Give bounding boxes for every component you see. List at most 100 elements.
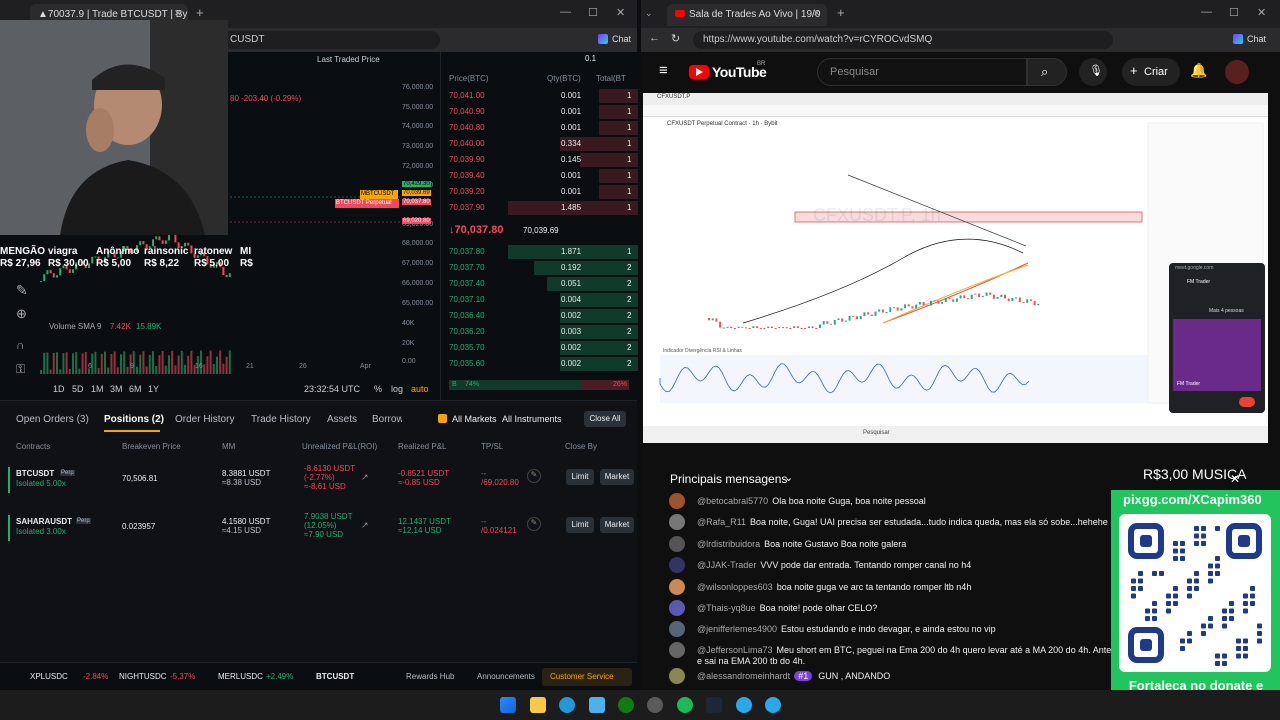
limit-close-button[interactable]: Limit [566,469,594,485]
margin-mode[interactable]: Isolated 3.00x [16,527,66,536]
create-button[interactable]: + Criar [1122,58,1180,86]
position-symbol[interactable]: SAHARAUSDT [16,517,72,526]
right-tab[interactable]: Sala de Trades Ao Vivo | 19/0 [667,4,827,26]
chat-avatar[interactable] [669,642,685,658]
magnet-icon[interactable]: ∩ [16,338,25,352]
chat-username[interactable]: @Rafa_R11 [697,517,746,527]
chat-username[interactable]: @wilsonloppes603 [697,582,773,592]
new-tab-button[interactable]: + [196,5,204,20]
maximize-button[interactable]: ☐ [1229,6,1239,19]
chat-avatar[interactable] [669,536,685,552]
url-field[interactable]: https://www.youtube.com/watch?v=rCYROCvd… [693,31,1113,49]
all-markets-checkbox[interactable] [438,414,447,423]
ticker-symbol[interactable]: XPLUSDC [30,672,68,681]
ask-row[interactable]: 70,039.90 0.145 1 [441,152,638,168]
ticker-symbol[interactable]: NIGHTUSDC [119,672,167,681]
chat-username[interactable]: @betocabral5770 [697,496,768,506]
copilot-icon[interactable] [598,34,608,44]
ticker-symbol[interactable]: MERLUSDC [218,672,263,681]
close-all-button[interactable]: Close All [584,411,626,427]
bid-row[interactable]: 70,037.40 0.051 2 [441,276,638,292]
bid-row[interactable]: 70,036.40 0.002 2 [441,308,638,324]
chat-username[interactable]: @JJAK-Trader [697,560,756,570]
ask-row[interactable]: 70,041.00 0.001 1 [441,88,638,104]
log-toggle[interactable]: log [391,384,403,394]
tab-open-orders[interactable]: Open Orders (3) [16,414,89,425]
share-icon[interactable]: ↗ [361,520,369,531]
tab-assets[interactable]: Assets [327,414,357,425]
percent-toggle[interactable]: % [374,384,382,394]
chat-avatar[interactable] [669,668,685,684]
chat-avatar[interactable] [669,600,685,616]
tab-close-icon[interactable]: ✕ [174,8,182,19]
minimize-button[interactable]: — [560,6,571,18]
copilot-icon[interactable] [1233,34,1243,44]
chat-header[interactable]: Principais mensagens [670,472,787,486]
announcements-link[interactable]: Announcements [477,672,535,681]
auto-toggle[interactable]: auto [411,384,429,394]
chat-username[interactable]: @Thais-yq8ue [697,603,756,613]
tab-borrow[interactable]: Borrow [372,414,402,425]
bid-row[interactable]: 70,035.60 0.002 2 [441,356,638,372]
edit-tpsl-icon[interactable]: ✎ [527,517,541,531]
close-icon[interactable]: ✕ [1230,472,1240,486]
close-button[interactable]: ✕ [616,6,625,19]
interval-1D[interactable]: 1D [53,384,65,394]
pencil-icon[interactable]: ✎ [16,282,28,299]
maximize-button[interactable]: ☐ [588,6,598,19]
ticker-symbol[interactable]: BTCUSDT [316,672,354,681]
share-icon[interactable]: ↗ [361,472,369,483]
ask-row[interactable]: 70,039.20 0.001 1 [441,184,638,200]
interval-1M[interactable]: 1M [91,384,104,394]
chat-username[interactable]: @alessandromeinhardt [697,671,790,681]
tab-trade-history[interactable]: Trade History [251,414,311,425]
url-field[interactable]: CUSDT [220,31,440,49]
steam-icon[interactable] [706,697,722,713]
interval-5D[interactable]: 5D [72,384,84,394]
chat-label[interactable]: Chat [1247,34,1266,44]
chat-avatar[interactable] [669,557,685,573]
minimize-button[interactable]: — [1201,6,1212,18]
bid-row[interactable]: 70,035.70 0.002 2 [441,340,638,356]
interval-6M[interactable]: 6M [129,384,142,394]
tab-order-history[interactable]: Order History [175,414,234,425]
margin-mode[interactable]: Isolated 5.00x [16,479,66,488]
rewards-hub-link[interactable]: Rewards Hub [406,672,454,681]
edge-icon[interactable] [559,697,575,713]
chat-avatar[interactable] [669,493,685,509]
video-player[interactable]: CFXUSDT.P CFXUSDT Perpetual Contract · 1… [643,93,1268,443]
bid-row[interactable]: 70,036.20 0.003 2 [441,324,638,340]
obs-icon[interactable] [647,697,663,713]
spotify-icon[interactable] [677,697,693,713]
ask-row[interactable]: 70,040.90 0.001 1 [441,104,638,120]
chat-username[interactable]: @jenifferlemes4900 [697,624,777,634]
tick-size-select[interactable]: 0.1 [585,54,596,63]
zoom-icon[interactable]: ⊕ [16,306,27,322]
chat-username[interactable]: @lrdistribuidora [697,539,760,549]
outlook-icon[interactable] [589,697,605,713]
xbox-icon[interactable] [618,697,634,713]
avatar[interactable] [1225,60,1249,84]
new-tab-button[interactable]: + [837,5,845,20]
reload-icon[interactable]: ↻ [671,32,680,45]
start-icon[interactable] [500,697,516,713]
window-menu-icon[interactable]: ⌄ [645,8,653,19]
search-button[interactable]: ⌕ [1027,58,1067,86]
tab-close-icon[interactable]: ✕ [813,8,821,19]
bell-icon[interactable]: 🔔 [1190,62,1207,79]
edit-tpsl-icon[interactable]: ✎ [527,469,541,483]
close-button[interactable]: ✕ [1257,6,1266,19]
bid-row[interactable]: 70,037.70 0.192 2 [441,260,638,276]
bid-row[interactable]: 70,037.80 1.871 1 [441,244,638,260]
lock-icon[interactable]: ⚿ [16,362,25,377]
chat-avatar[interactable] [669,621,685,637]
file-explorer-icon[interactable] [530,697,546,713]
tab-positions[interactable]: Positions (2) [104,414,164,425]
back-icon[interactable]: ← [649,32,660,44]
ask-row[interactable]: 70,037.90 1.485 1 [441,200,638,216]
telegram-icon[interactable] [736,697,752,713]
all-instruments-select[interactable]: All Instruments [502,414,562,424]
market-close-button[interactable]: Market [600,469,634,485]
interval-1Y[interactable]: 1Y [148,384,159,394]
market-close-button[interactable]: Market [600,517,634,533]
